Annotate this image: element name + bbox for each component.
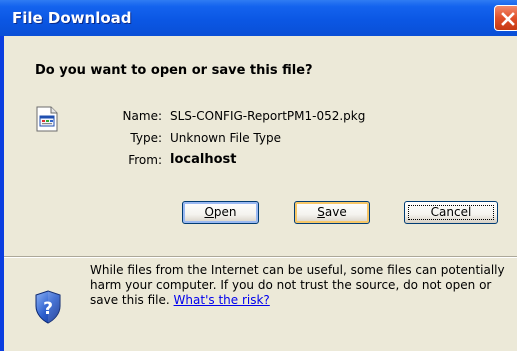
- open-button-label: pen: [213, 205, 237, 219]
- save-button-accelerator: S: [317, 205, 325, 219]
- svg-text:?: ?: [43, 299, 53, 319]
- file-type-value: Unknown File Type: [170, 131, 281, 145]
- focus-rectangle: [408, 205, 494, 220]
- name-label: Name:: [122, 109, 162, 123]
- divider: [4, 256, 517, 258]
- dialog-body: Do you want to open or save this file? N…: [4, 36, 517, 351]
- file-download-dialog: File Download Do you want to open or sav…: [0, 0, 517, 351]
- cancel-button[interactable]: Cancel: [404, 201, 498, 224]
- generic-file-icon: [36, 106, 58, 132]
- open-button-accelerator: O: [204, 205, 214, 219]
- title-bar[interactable]: File Download: [0, 0, 517, 36]
- save-button[interactable]: Save: [294, 201, 370, 224]
- shield-question-icon: ?: [35, 290, 61, 324]
- type-label: Type:: [130, 131, 162, 145]
- file-source-value: localhost: [170, 152, 237, 167]
- file-name-value: SLS-CONFIG-ReportPM1-052.pkg: [170, 109, 366, 123]
- close-icon: [501, 12, 515, 26]
- warning-text: While files from the Internet can be use…: [90, 263, 505, 307]
- from-label: From:: [128, 153, 162, 167]
- whats-the-risk-link[interactable]: What's the risk?: [174, 293, 270, 307]
- close-button[interactable]: [494, 5, 517, 31]
- save-button-label: ave: [324, 205, 347, 219]
- open-button[interactable]: Open: [182, 201, 259, 224]
- window-title: File Download: [12, 9, 132, 27]
- dialog-question: Do you want to open or save this file?: [35, 63, 313, 78]
- security-warning: While files from the Internet can be use…: [90, 263, 505, 308]
